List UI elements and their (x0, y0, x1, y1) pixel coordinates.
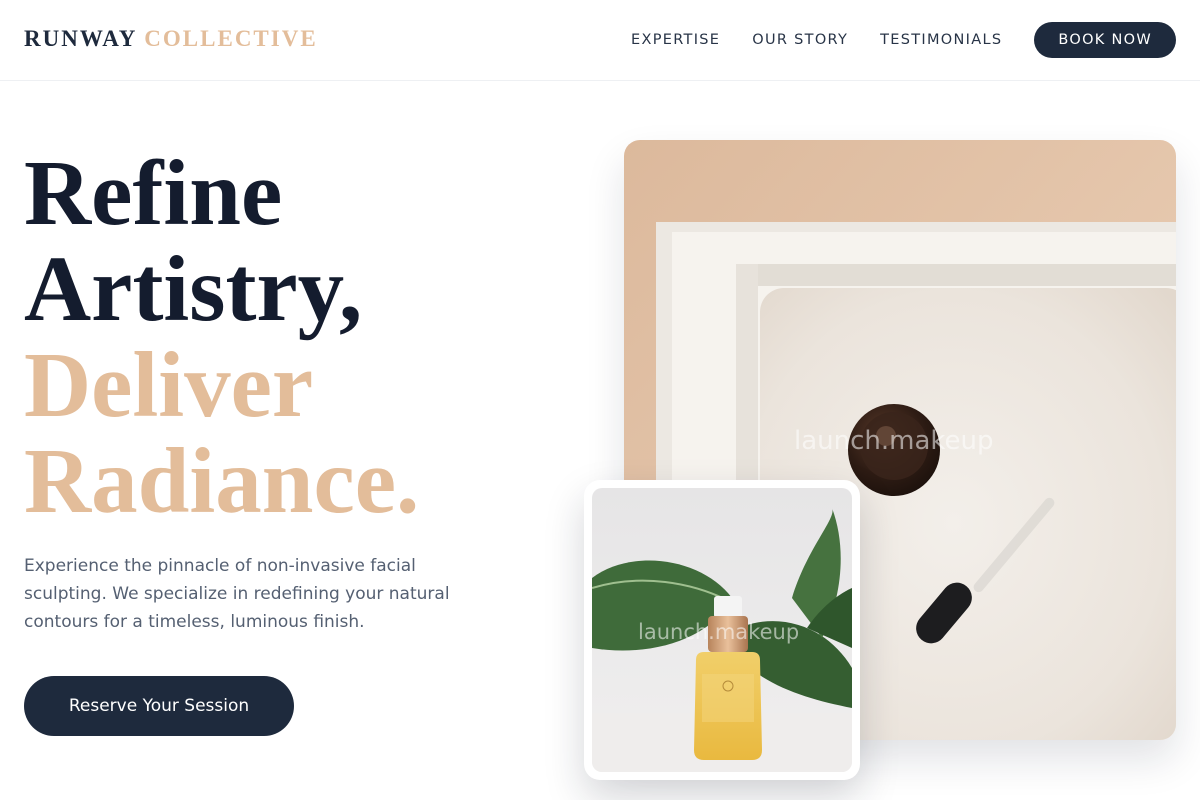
main-nav: EXPERTISE OUR STORY TESTIMONIALS BOOK NO… (631, 22, 1176, 58)
headline-line-3: Deliver (24, 334, 314, 437)
brand-logo[interactable]: RUNWAY COLLECTIVE (24, 26, 318, 52)
hero-secondary-image: launch.makeup (584, 480, 860, 780)
serum-bottle-illustration (592, 488, 852, 772)
hero-headline: Refine Artistry, Deliver Radiance. (24, 146, 419, 530)
nav-link-our-story[interactable]: OUR STORY (752, 32, 848, 48)
nav-link-expertise[interactable]: EXPERTISE (631, 32, 720, 48)
nav-link-testimonials[interactable]: TESTIMONIALS (880, 32, 1002, 48)
site-header: RUNWAY COLLECTIVE EXPERTISE OUR STORY TE… (0, 0, 1200, 81)
brand-name-accent: COLLECTIVE (144, 26, 318, 51)
reserve-session-button[interactable]: Reserve Your Session (24, 676, 294, 736)
headline-line-1: Refine (24, 142, 283, 245)
headline-line-2: Artistry, (24, 238, 363, 341)
headline-line-4: Radiance. (24, 430, 420, 533)
book-now-button[interactable]: BOOK NOW (1034, 22, 1176, 58)
hero-description: Experience the pinnacle of non-invasive … (24, 556, 450, 632)
brand-name-primary: RUNWAY (24, 26, 137, 51)
